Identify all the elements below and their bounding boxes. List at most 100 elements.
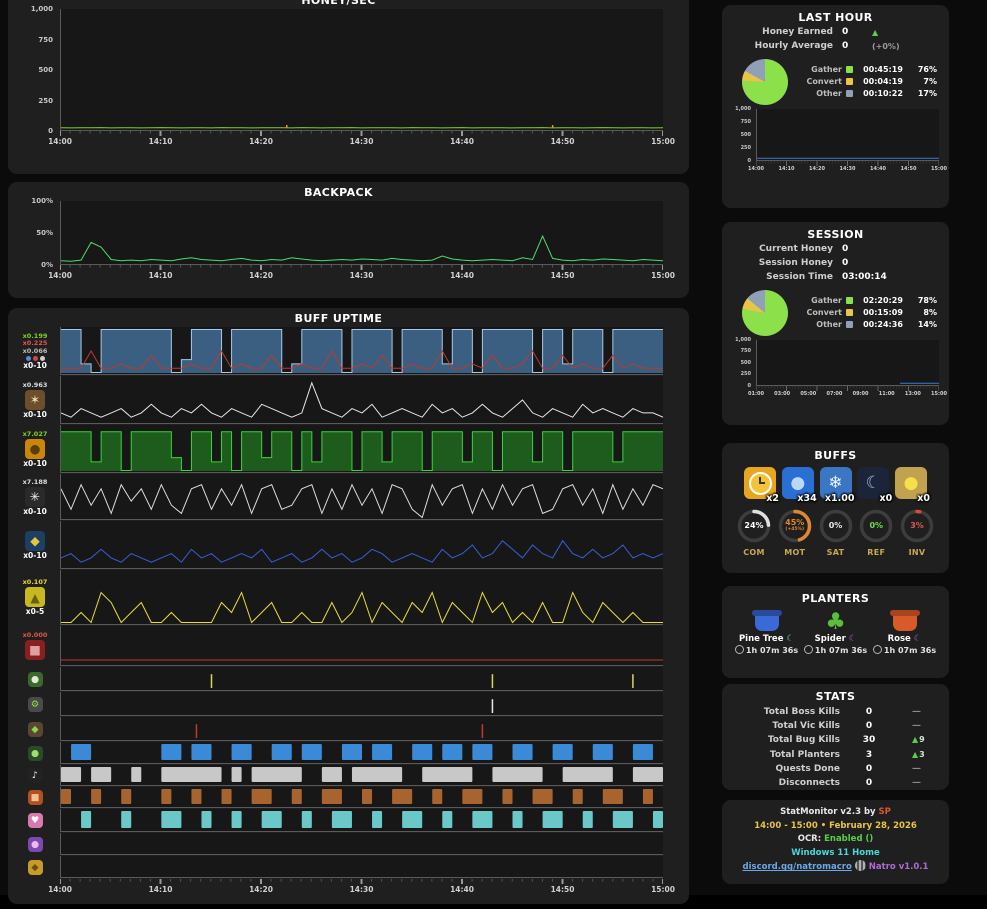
last-hour-stats: Honey Earned 0 ▲ Hourly Average 0 (+0%) — [732, 26, 939, 54]
progress-ring-com: 24% COM — [736, 508, 772, 557]
buff-row-legend: x0.963 ✶ x0-10 — [14, 376, 56, 424]
planter-name: Rose ☾ — [887, 634, 922, 644]
planter-name: Pine Tree ☾ — [738, 634, 795, 644]
last-hour-legend: Gather 00:45:19 76% Convert 00:04:19 7% Other 0… — [796, 64, 939, 100]
author-name: SP — [878, 807, 891, 817]
legend-row: Other 00:10:22 17% — [816, 88, 937, 98]
legend-row: Convert 00:04:19 7% — [806, 76, 937, 86]
buff-row-chart — [60, 327, 663, 375]
stats-panel: STATS Total Boss Kills 0— Total Vic Kills 0… — [722, 684, 949, 790]
chick-buff-icon: ● x0 — [895, 467, 930, 504]
buff-row-legend: x0.107 ▲ x0-5 — [14, 570, 56, 625]
buff-row-legend: x7.027 ● x0-10 — [14, 425, 56, 473]
buff-uptime-rows: x0.199 x0.225 x0.066 x0-10 x0.963 ✶ x0-10 x7.02… — [14, 327, 663, 878]
timer-icon — [872, 645, 882, 655]
buff-uptime-row: ◆ — [14, 717, 663, 741]
stat-row: Session Time 03:00:14 — [766, 271, 887, 282]
buff-row-chart — [60, 717, 663, 741]
x-tick-label: 05:00 — [800, 390, 817, 397]
buff-uptime-row: x0.000 ■ — [14, 626, 663, 666]
buff-multiplier: x1.00 — [824, 493, 855, 504]
buff-multiplier: x0 — [879, 493, 893, 504]
buff-row-chart — [60, 809, 663, 832]
stats-row: Total Vic Kills 0— — [772, 721, 921, 732]
buff-uptime-row: ● — [14, 742, 663, 764]
buff-rate-label: x0.066 — [22, 347, 48, 356]
buff-uptime-row: ◆ — [14, 856, 663, 878]
y-tick-label: 0 — [747, 157, 751, 164]
legend-row: Other 00:24:36 14% — [816, 319, 937, 329]
timer-icon — [803, 645, 813, 655]
x-tick-label: 14:30 — [839, 165, 856, 172]
os-line: Windows 11 Home — [791, 847, 880, 858]
x-tick-label: 14:10 — [148, 271, 173, 280]
time-range-line: 14:00 - 15:00 • February 28, 2026 — [754, 820, 917, 831]
x-tick-label: 14:50 — [550, 885, 575, 894]
buff-rate-label: x0.225 — [22, 339, 48, 348]
buff-uptime-row: ◆ x0-10 — [14, 521, 663, 569]
nature-buff-icon: ◆ — [27, 721, 43, 737]
planter-timer: 1h 07m 36s — [801, 645, 870, 656]
stat-row: Honey Earned 0 ▲ — [762, 27, 879, 37]
ring-percent: 0% — [869, 521, 884, 530]
x-tick-label: 14:30 — [349, 885, 374, 894]
legend-swatch — [846, 90, 853, 98]
x-tick-label: 14:20 — [249, 271, 273, 280]
buff-range-label: x0-10 — [23, 458, 47, 468]
honey-per-sec-panel: HONEY/SEC 1,000 750 500 250 0 14:00 14:10 14:2… — [8, 0, 689, 174]
buff-row-chart — [60, 692, 663, 716]
y-tick-label: 250 — [740, 371, 751, 378]
blue-boost-icon: ● x34 — [781, 467, 817, 504]
progress-ring-ref: 0% REF — [858, 508, 894, 557]
buff-uptime-title: BUFF UPTIME — [294, 312, 383, 325]
y-tick-label: 750 — [38, 35, 53, 44]
stats-rows: Total Boss Kills 0— Total Vic Kills 0— Total… — [732, 705, 939, 790]
buff-uptime-x-axis: 14:00 14:10 14:20 14:30 14:40 14:50 15:00 — [48, 879, 675, 895]
stats-row: Disconnects 0— — [778, 778, 921, 789]
session-mini-y-axis: 1,000 750 500 250 0 — [732, 337, 754, 389]
last-hour-mini-chart — [756, 108, 939, 161]
ring-percent: 3% — [910, 521, 924, 530]
natro-mascot-icon — [854, 860, 866, 872]
x-tick-label: 14:50 — [900, 165, 917, 172]
x-tick-label: 14:30 — [349, 271, 374, 280]
frost-buff-icon: ❄ — [828, 472, 843, 493]
stat-row: Hourly Average 0 (+0%) — [754, 40, 900, 51]
footer-panel: StatMonitor v2.3 by SP 14:00 - 15:00 • F… — [722, 800, 949, 884]
buff-uptime-panel: BUFF UPTIME x0.199 x0.225 x0.066 x0-10 x0.96… — [8, 308, 689, 904]
x-tick-label: 14:00 — [748, 165, 764, 172]
buff-uptime-row: x7.188 ✳ x0-10 — [14, 474, 663, 520]
legend-row: Gather 02:20:29 78% — [811, 295, 937, 305]
moon-icon: ☾ — [913, 634, 922, 644]
planters-title: PLANTERS — [801, 592, 870, 605]
stat-row: Current Honey 0 — [759, 244, 849, 254]
timer-icon — [734, 645, 744, 655]
star-burst-buff-icon: ✳ — [25, 486, 45, 507]
legend-swatch — [846, 309, 853, 317]
discord-link[interactable]: discord.gg/natromacro — [743, 862, 852, 872]
buff-range-label: x0-10 — [23, 550, 47, 560]
stats-row: Total Boss Kills 0— — [763, 707, 921, 717]
backpack-x-axis: 14:00 14:10 14:20 14:30 14:40 14:50 15:00 — [48, 265, 675, 281]
buff-range-label: x0-5 — [25, 607, 45, 617]
planter-timer: 1h 07m 36s — [870, 645, 939, 656]
version-line: StatMonitor v2.3 by SP — [732, 806, 939, 820]
y-tick-label: 750 — [740, 118, 751, 125]
buff-row-chart — [60, 765, 663, 786]
legend-swatch — [846, 66, 853, 74]
planter-name: Spider ☾ — [814, 634, 857, 644]
ring-percent: 45% — [785, 518, 805, 527]
stats-title: STATS — [815, 690, 856, 703]
ring-label: COM — [743, 548, 765, 557]
session-panel: SESSION Current Honey 0 Session Honey 0 Sess… — [722, 222, 949, 425]
buffs-title: BUFFS — [814, 449, 857, 462]
x-tick-label: 15:00 — [651, 271, 675, 280]
night-moon-icon: ☾ — [865, 472, 881, 493]
buff-rings: 24% COM 45% (+45%) MOT 0% SAT 0% REF 3% INV — [732, 508, 939, 557]
up-arrow-icon: ▲ — [912, 735, 919, 745]
ring-label: INV — [908, 548, 926, 557]
x-tick-label: 14:50 — [550, 137, 575, 146]
buff-uptime-row: x0.963 ✶ x0-10 — [14, 376, 663, 424]
buff-uptime-row: ● — [14, 667, 663, 691]
planters-panel: PLANTERS Pine Tree ☾ 1h 07m 36s ♣ Spider ☾ 1… — [722, 586, 949, 678]
